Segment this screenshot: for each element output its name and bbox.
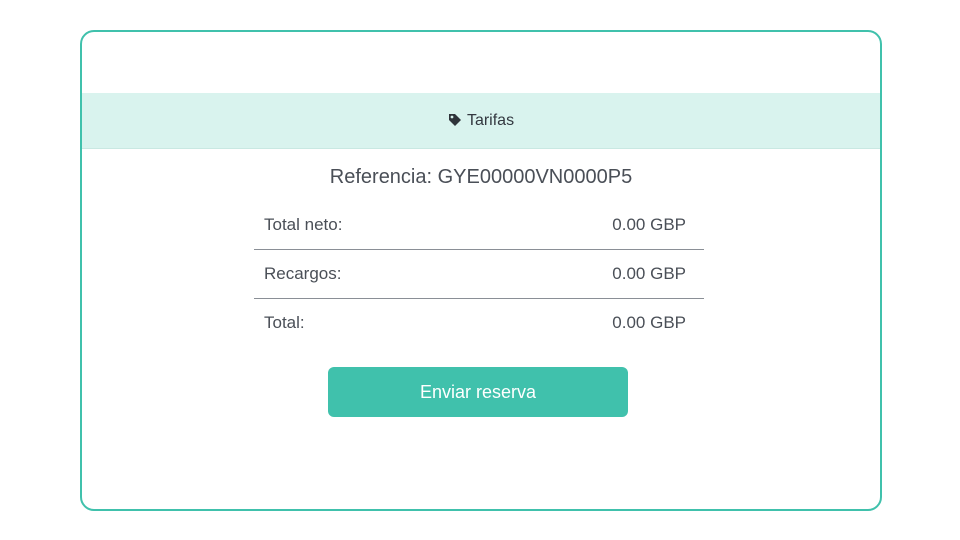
tag-icon (448, 113, 462, 127)
surcharges-label: Recargos: (264, 264, 342, 283)
summary-row-surcharges: Recargos: 0.00 GBP (254, 250, 704, 299)
net-total-label: Total neto: (264, 215, 343, 234)
price-summary: Total neto: 0.00 GBP Recargos: 0.00 GBP … (254, 201, 704, 347)
card-title: Tarifas (466, 111, 515, 129)
booking-reference: Referencia: GYE00000VN0000P5 (329, 166, 633, 188)
net-total-value: 0.00 GBP (612, 215, 686, 234)
summary-row-net-total: Total neto: 0.00 GBP (254, 201, 704, 250)
summary-row-total: Total: 0.00 GBP (254, 299, 704, 347)
send-booking-button[interactable]: Enviar reserva (328, 367, 628, 417)
surcharges-value: 0.00 GBP (612, 264, 686, 283)
total-value: 0.00 GBP (612, 313, 686, 332)
tariffs-card: Tarifas Referencia: GYE00000VN0000P5 Tot… (80, 30, 882, 511)
card-header: Tarifas (82, 93, 880, 149)
total-label: Total: (264, 313, 305, 332)
